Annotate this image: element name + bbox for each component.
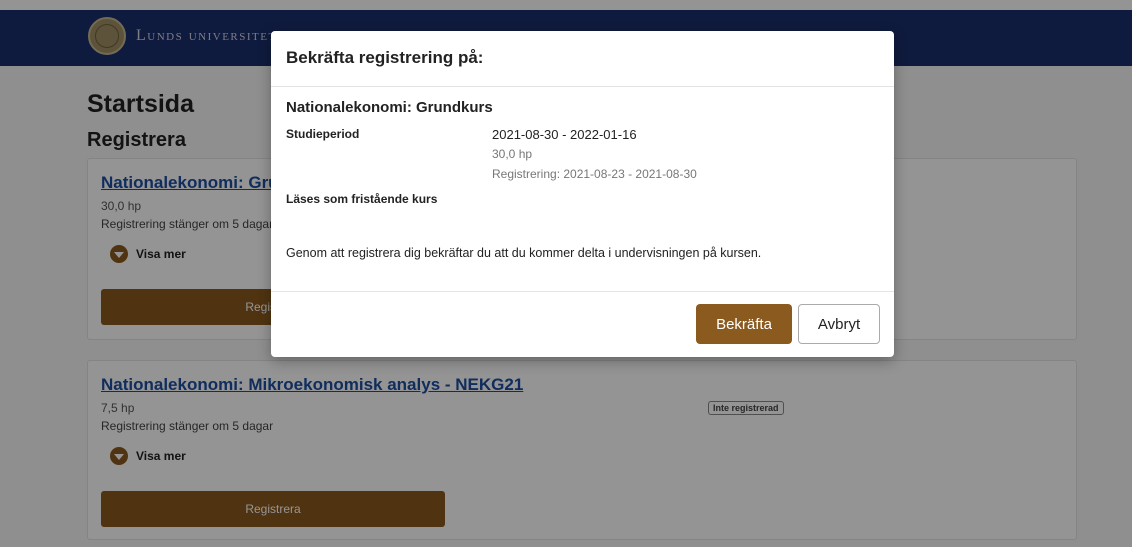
dialog-header: Bekräfta registrering på: (271, 31, 894, 87)
dialog-course-name: Nationalekonomi: Grundkurs (286, 99, 493, 116)
confirm-registration-dialog: Bekräfta registrering på: Nationalekonom… (271, 31, 894, 357)
cancel-button[interactable]: Avbryt (798, 304, 880, 344)
confirm-button[interactable]: Bekräfta (696, 304, 792, 344)
dialog-title: Bekräfta registrering på: (286, 48, 484, 67)
study-period-label: Studieperiod (286, 127, 360, 141)
study-period-value: 2021-08-30 - 2022-01-16 (492, 127, 637, 142)
dialog-credits: 30,0 hp (492, 147, 533, 161)
registration-period: Registrering: 2021-08-23 - 2021-08-30 (492, 167, 697, 181)
standalone-course-label: Läses som fristående kurs (286, 192, 438, 206)
confirmation-text: Genom att registrera dig bekräftar du at… (286, 246, 762, 260)
dialog-footer: Bekräfta Avbryt (271, 291, 894, 358)
